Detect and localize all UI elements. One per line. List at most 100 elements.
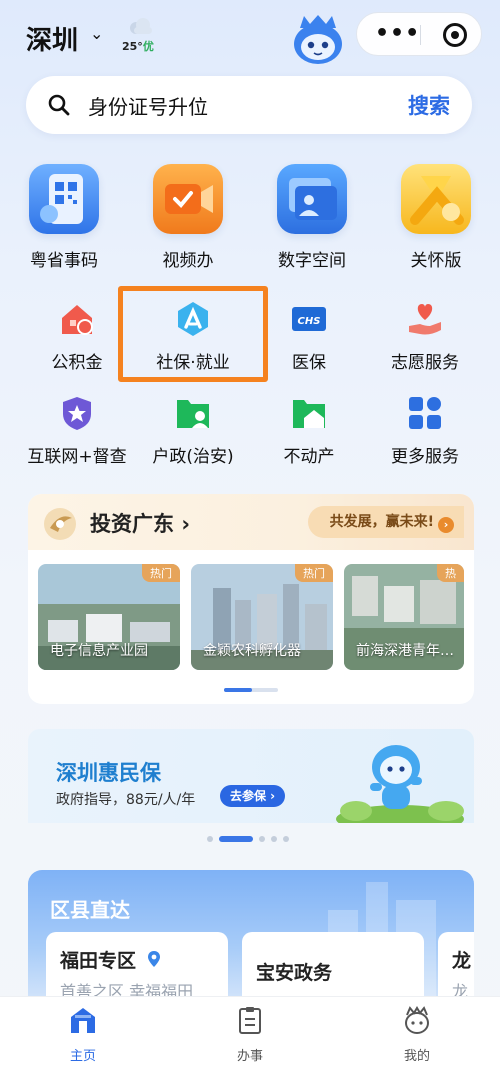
- arrow-right-icon[interactable]: ›: [438, 517, 454, 533]
- district-subtitle: 首善之区 幸福福田: [60, 982, 194, 996]
- invest-item-caption: 金颖农科孵化器: [203, 643, 301, 659]
- pagination-dot: [207, 836, 213, 842]
- service-yueshengshi-code[interactable]: 粤省事码: [14, 164, 114, 271]
- service-label: 公积金: [51, 353, 103, 373]
- service-label: 关怀版: [410, 251, 462, 271]
- district-card-longgang[interactable]: 龙 龙: [438, 932, 474, 996]
- pagination-dot: [283, 836, 289, 842]
- header: 深圳 ⌄ 25°优 •••: [0, 0, 500, 80]
- tab-label: 我的: [403, 1049, 430, 1064]
- search-icon: [48, 94, 70, 116]
- hot-tag: 热门: [295, 564, 333, 582]
- service-more[interactable]: 更多服务: [370, 394, 480, 467]
- hot-tag: 热: [437, 564, 464, 582]
- video-icon: [153, 164, 223, 234]
- city-selector[interactable]: 深圳: [26, 20, 78, 57]
- pagination-dot-active: [219, 836, 253, 842]
- home-icon: [71, 1008, 95, 1033]
- house-fund-icon: [62, 305, 93, 335]
- tab-label: 主页: [69, 1049, 96, 1064]
- service-housing-fund[interactable]: 公积金: [22, 300, 132, 373]
- temperature: 25°: [122, 40, 143, 53]
- service-label: 视频办: [162, 251, 214, 271]
- district-card-baoan[interactable]: 宝安政务: [242, 932, 424, 996]
- invest-guangdong-card[interactable]: 投资广东 › 共发展，赢未来!› 热门 电子信息产业园 热门 金颖农科孵化器: [28, 494, 474, 704]
- tab-services[interactable]: 办事: [200, 1005, 300, 1064]
- carousel-indicator-active: [224, 688, 252, 692]
- invest-title[interactable]: 投资广东: [90, 512, 174, 536]
- service-label: 不动产: [283, 447, 335, 467]
- weather-widget[interactable]: 25°优: [122, 18, 162, 58]
- tab-profile[interactable]: 我的: [367, 1005, 467, 1064]
- tab-home[interactable]: 主页: [33, 1005, 133, 1064]
- folder-icon: [277, 164, 347, 234]
- bottom-tab-bar: 主页 办事 我的: [0, 996, 500, 1065]
- aqi-badge: 优: [142, 40, 154, 53]
- selection-highlight: [118, 286, 268, 382]
- district-title: 区县直达: [50, 898, 130, 922]
- enroll-button[interactable]: 去参保 ›: [220, 785, 286, 807]
- service-label: 医保: [292, 353, 326, 373]
- carousel-indicator: [224, 688, 278, 692]
- service-medical-insurance[interactable]: CHS 医保: [254, 300, 364, 373]
- pagination-dot: [271, 836, 277, 842]
- banner-pagination: [207, 836, 297, 842]
- hot-tag: 热门: [142, 564, 180, 582]
- huiminbao-banner[interactable]: 深圳惠民保 政府指导，88元/人/年 去参保 ›: [28, 729, 474, 823]
- chevron-right-icon[interactable]: ›: [181, 512, 190, 536]
- service-label: 户政(治安): [152, 447, 234, 467]
- service-digital-space[interactable]: 数字空间: [262, 164, 362, 271]
- mini-program-capsule: •••: [356, 12, 482, 56]
- ribbon-icon: [401, 164, 471, 234]
- service-household[interactable]: 户政(治安): [138, 394, 248, 467]
- district-section: 区县直达 福田专区 首善之区 幸福福田 宝安政务 龙 龙: [28, 870, 474, 996]
- search-input[interactable]: 身份证号升位: [88, 91, 208, 120]
- service-real-estate[interactable]: 不动产: [254, 394, 364, 467]
- capsule-divider: [420, 25, 421, 45]
- chevron-down-icon[interactable]: ⌄: [90, 24, 103, 43]
- invest-item-caption: 电子信息产业园: [50, 643, 148, 659]
- invest-item[interactable]: 热门 电子信息产业园: [38, 564, 180, 670]
- banner-subtitle: 政府指导，88元/人/年: [56, 792, 196, 808]
- pagination-dot: [259, 836, 265, 842]
- search-button[interactable]: 搜索: [408, 90, 450, 120]
- service-care-version[interactable]: 关怀版: [386, 164, 486, 271]
- service-label: 互联网+督查: [27, 447, 127, 467]
- cloud-icon: [130, 18, 152, 34]
- district-name: 龙: [452, 950, 472, 972]
- volunteer-icon: [409, 304, 441, 335]
- mascot-illustration: [336, 745, 464, 823]
- district-name: 福田专区: [60, 950, 137, 972]
- service-label: 志愿服务: [391, 353, 459, 373]
- service-video[interactable]: 视频办: [138, 164, 238, 271]
- district-card-futian[interactable]: 福田专区 首善之区 幸福福田: [46, 932, 228, 996]
- service-volunteer[interactable]: 志愿服务: [370, 300, 480, 373]
- more-icon[interactable]: •••: [375, 21, 420, 46]
- district-name: 宝安政务: [256, 962, 333, 984]
- profile-icon: [405, 1006, 429, 1034]
- medical-insurance-icon: CHS: [292, 307, 326, 331]
- tab-label: 办事: [236, 1049, 263, 1064]
- clipboard-icon: [239, 1007, 261, 1034]
- grid-icon: [409, 397, 441, 429]
- search-bar[interactable]: 身份证号升位 搜索: [26, 76, 472, 134]
- invest-item[interactable]: 热门 金颖农科孵化器: [191, 564, 333, 670]
- banner-title: 深圳惠民保: [56, 761, 161, 785]
- service-label: 粤省事码: [30, 251, 98, 271]
- district-subtitle: 龙: [452, 982, 469, 996]
- real-estate-icon: [293, 400, 325, 428]
- svg-text:CHS: CHS: [298, 316, 321, 327]
- close-target-icon[interactable]: [443, 23, 467, 47]
- invest-item[interactable]: 热 前海深港青年…: [344, 564, 464, 670]
- invest-slogan: 共发展，赢未来!: [329, 514, 434, 530]
- qr-code-icon: [29, 164, 99, 234]
- service-label: 更多服务: [391, 447, 459, 467]
- invest-item-caption: 前海深港青年…: [356, 643, 454, 659]
- household-icon: [177, 400, 209, 428]
- invest-logo-icon: [44, 508, 76, 540]
- invest-card-header: 投资广东 › 共发展，赢未来! ›: [28, 494, 474, 550]
- service-label: 数字空间: [278, 251, 346, 271]
- mascot-icon[interactable]: [290, 14, 346, 66]
- shield-star-icon: [63, 397, 91, 430]
- service-internet-supervision[interactable]: 互联网+督查: [22, 394, 132, 467]
